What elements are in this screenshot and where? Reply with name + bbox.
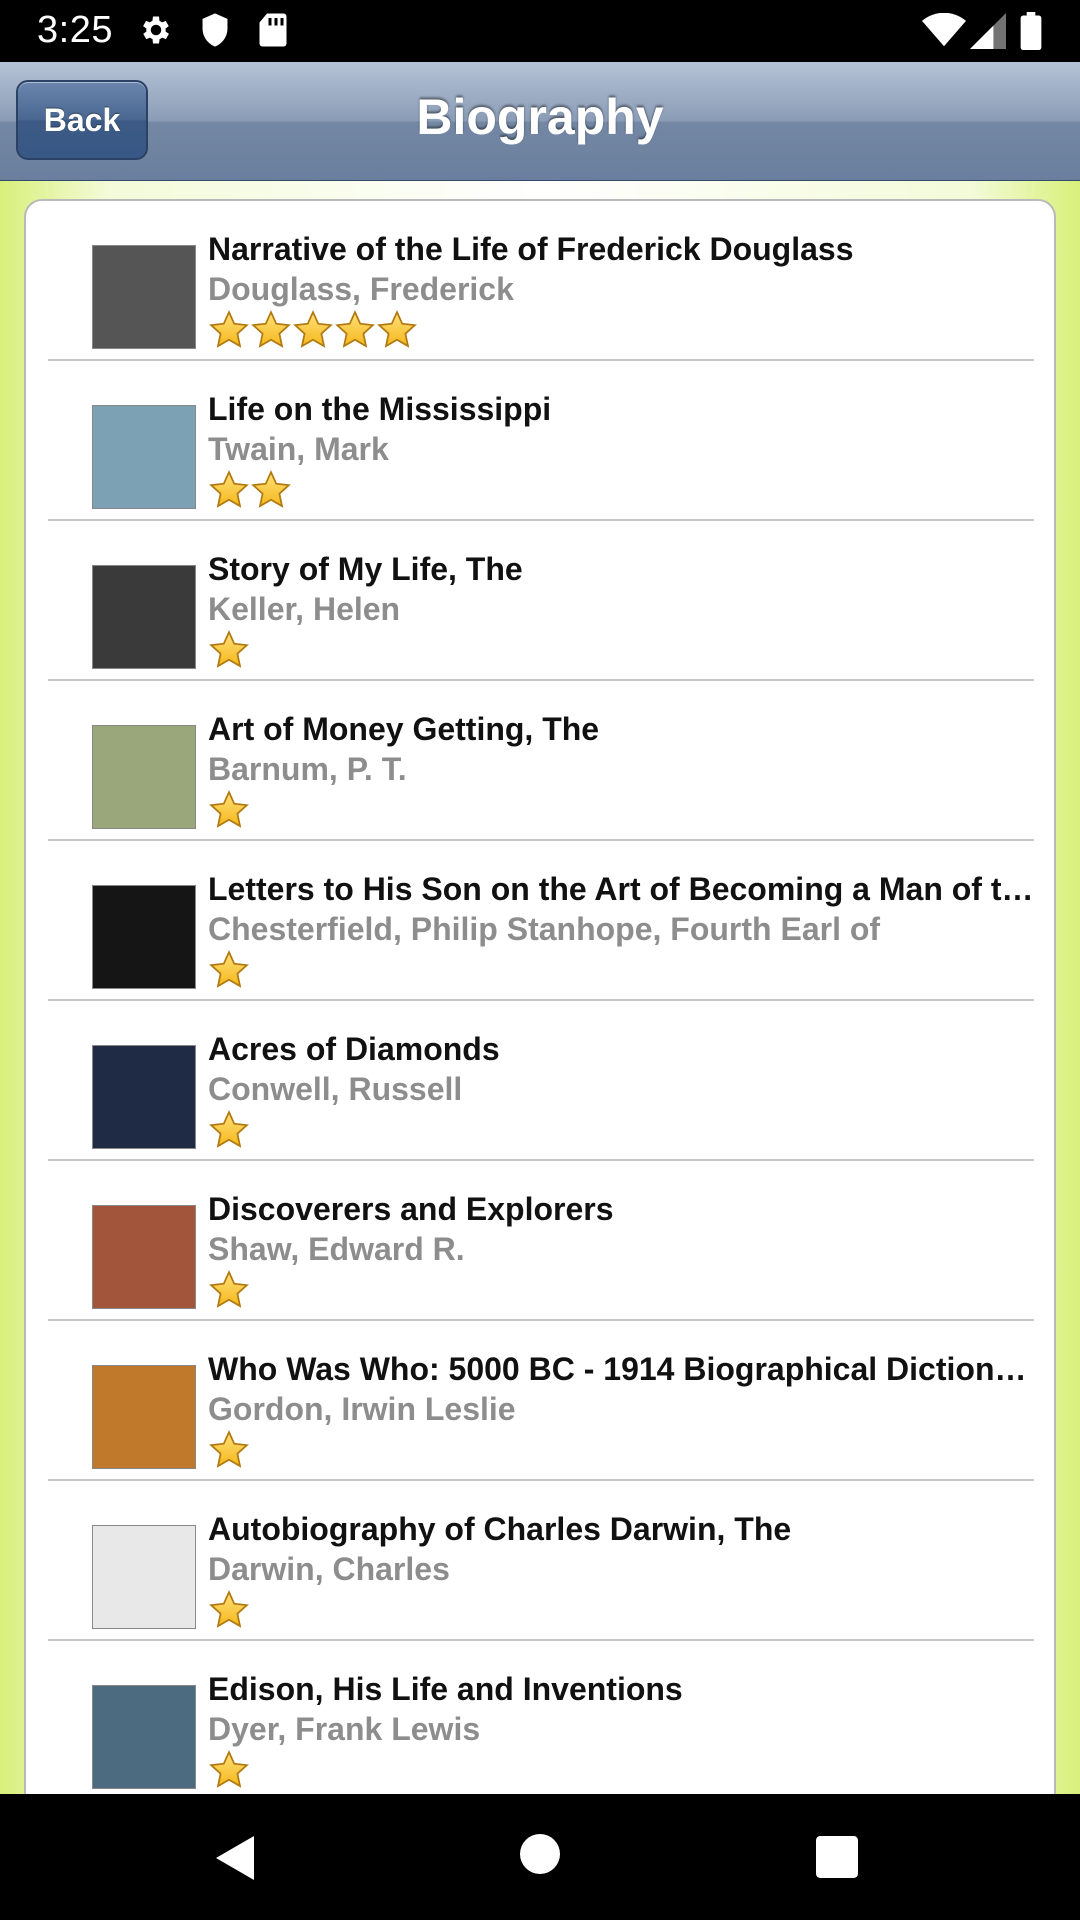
book-author: Douglass, Frederick <box>208 271 514 307</box>
rating-stars <box>208 1269 250 1313</box>
book-cover-image <box>92 1045 196 1149</box>
book-list-area[interactable]: Narrative of the Life of Frederick Dougl… <box>0 181 1080 1794</box>
app-header: Back Biography <box>0 62 1080 182</box>
book-row[interactable]: Autobiography of Charles Darwin, The Darw… <box>48 1481 1034 1641</box>
book-cover-image <box>92 565 196 669</box>
book-author: Dyer, Frank Lewis <box>208 1711 481 1747</box>
rating-stars <box>208 1749 250 1793</box>
book-cover-image <box>92 1685 196 1789</box>
book-list: Narrative of the Life of Frederick Dougl… <box>24 199 1056 1794</box>
book-row[interactable]: Life on the Mississippi Twain, Mark <box>48 361 1034 521</box>
nav-home-icon[interactable] <box>520 1834 560 1879</box>
book-title: Autobiography of Charles Darwin, The <box>208 1511 792 1547</box>
book-author: Barnum, P. T. <box>208 751 407 787</box>
battery-icon <box>1020 12 1042 55</box>
book-title: Life on the Mississippi <box>208 391 552 427</box>
star-icon <box>376 309 418 351</box>
book-cover-image <box>92 245 196 349</box>
sd-card-icon <box>258 12 288 53</box>
book-cover-image <box>92 1525 196 1629</box>
wifi-icon <box>922 12 966 54</box>
star-icon <box>208 789 250 831</box>
book-cover-image <box>92 1365 196 1469</box>
book-row[interactable]: Story of My Life, The Keller, Helen <box>48 521 1034 681</box>
star-icon <box>208 469 250 511</box>
book-author: Chesterfield, Philip Stanhope, Fourth Ea… <box>208 911 881 947</box>
star-icon <box>208 1749 250 1791</box>
book-title: Discoverers and Explorers <box>208 1191 614 1227</box>
star-icon <box>208 1589 250 1631</box>
book-author: Shaw, Edward R. <box>208 1231 465 1267</box>
star-icon <box>208 629 250 671</box>
rating-stars <box>208 1429 250 1473</box>
rating-stars <box>208 789 250 833</box>
book-title: Acres of Diamonds <box>208 1031 500 1067</box>
status-time: 3:25 <box>37 9 113 51</box>
shield-icon <box>199 12 231 53</box>
star-icon <box>208 309 250 351</box>
rating-stars <box>208 1589 250 1633</box>
star-icon <box>208 1109 250 1151</box>
signal-icon <box>970 13 1006 54</box>
book-cover-image <box>92 405 196 509</box>
star-icon <box>208 1269 250 1311</box>
book-title: Story of My Life, The <box>208 551 523 587</box>
gear-icon <box>138 12 174 53</box>
book-author: Conwell, Russell <box>208 1071 463 1107</box>
book-author: Darwin, Charles <box>208 1551 450 1587</box>
rating-stars <box>208 949 250 993</box>
system-nav-bar <box>0 1794 1080 1920</box>
nav-back-icon[interactable] <box>214 1834 258 1887</box>
book-title: Art of Money Getting, The <box>208 711 600 747</box>
book-row[interactable]: Edison, His Life and Inventions Dyer, Fra… <box>48 1641 1034 1794</box>
rating-stars <box>208 309 418 353</box>
book-author: Gordon, Irwin Leslie <box>208 1391 516 1427</box>
star-icon <box>208 949 250 991</box>
page-title: Biography <box>416 89 664 145</box>
nav-recents-icon[interactable] <box>816 1836 858 1883</box>
book-row[interactable]: Narrative of the Life of Frederick Dougl… <box>48 201 1034 361</box>
star-icon <box>250 309 292 351</box>
book-title: Who Was Who: 5000 BC - 1914 Biographical… <box>208 1351 1038 1387</box>
book-cover-image <box>92 725 196 829</box>
book-row[interactable]: Who Was Who: 5000 BC - 1914 Biographical… <box>48 1321 1038 1481</box>
rating-stars <box>208 469 292 513</box>
star-icon <box>292 309 334 351</box>
book-cover-image <box>92 885 196 989</box>
book-row[interactable]: Discoverers and Explorers Shaw, Edward R. <box>48 1161 1034 1321</box>
star-icon <box>208 1429 250 1471</box>
star-icon <box>250 469 292 511</box>
book-row[interactable]: Acres of Diamonds Conwell, Russell <box>48 1001 1034 1161</box>
book-row[interactable]: Letters to His Son on the Art of Becomin… <box>48 841 1038 1001</box>
rating-stars <box>208 1109 250 1153</box>
star-icon <box>334 309 376 351</box>
book-author: Keller, Helen <box>208 591 401 627</box>
book-row[interactable]: Art of Money Getting, The Barnum, P. T. <box>48 681 1034 841</box>
book-author: Twain, Mark <box>208 431 389 467</box>
book-title: Letters to His Son on the Art of Becomin… <box>208 871 1038 907</box>
book-title: Narrative of the Life of Frederick Dougl… <box>208 231 854 267</box>
rating-stars <box>208 629 250 673</box>
book-title: Edison, His Life and Inventions <box>208 1671 683 1707</box>
status-bar: 3:25 <box>0 0 1080 62</box>
book-cover-image <box>92 1205 196 1309</box>
